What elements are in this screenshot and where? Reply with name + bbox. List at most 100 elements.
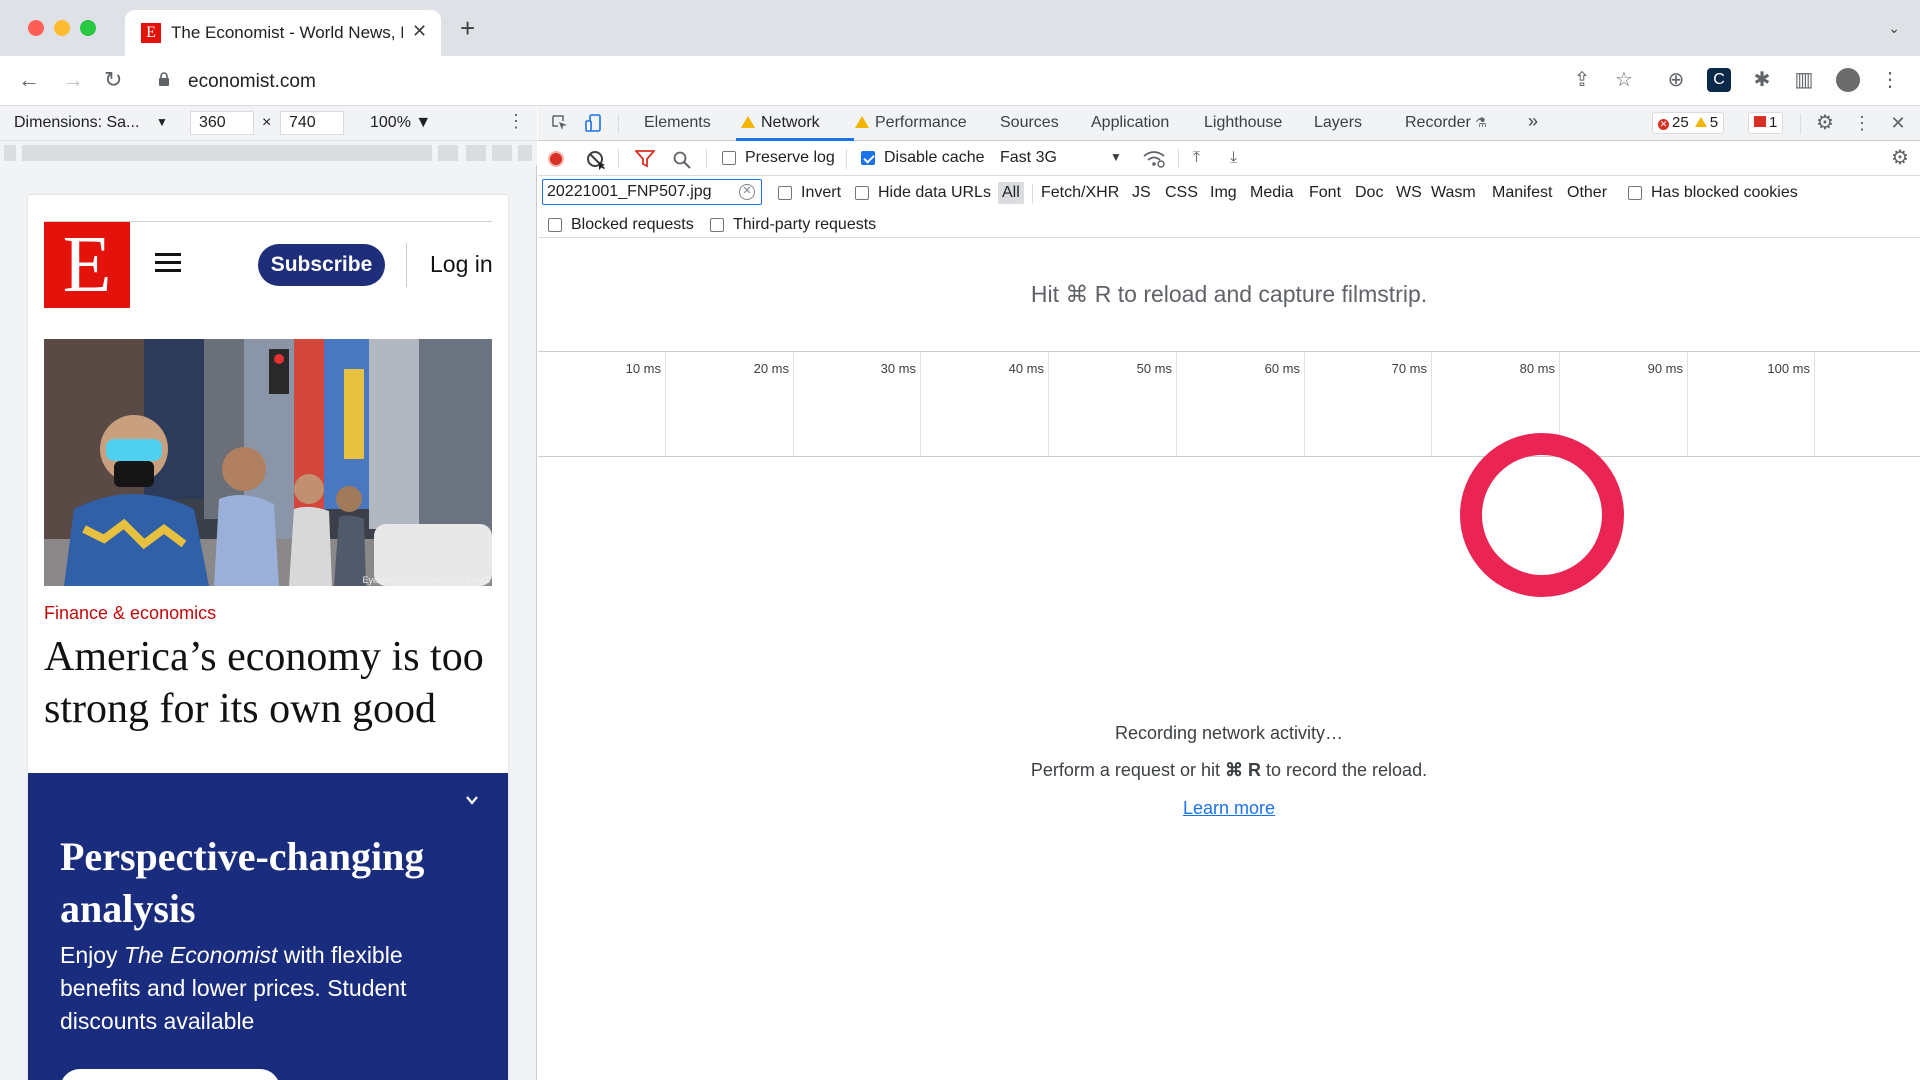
record-button[interactable] (548, 151, 564, 167)
close-window-button[interactable] (28, 20, 44, 36)
tab-network[interactable]: Network (741, 114, 820, 132)
device-dimensions-select[interactable]: Dimensions: Sa... (14, 114, 139, 132)
inspect-element-icon[interactable] (550, 113, 570, 133)
tab-lighthouse[interactable]: Lighthouse (1204, 114, 1282, 132)
hamburger-menu-icon[interactable] (155, 253, 181, 273)
has-blocked-cookies-label: Has blocked cookies (1651, 184, 1798, 201)
filter-type-wasm[interactable]: Wasm (1431, 184, 1476, 202)
network-overview-timeline[interactable]: 10 ms 20 ms 30 ms 40 ms 50 ms 60 ms 70 ms 80 ms… (538, 351, 1920, 457)
extensions-puzzle-icon[interactable]: ✱ (1750, 68, 1774, 92)
more-tabs-button[interactable]: » (1528, 111, 1538, 132)
network-toolbar: Preserve log Disable cache Fast 3G ▼ ⤒ ⤓… (538, 141, 1920, 176)
filter-type-css[interactable]: CSS (1165, 184, 1198, 202)
promo-body-start: Enjoy (60, 942, 124, 968)
back-button[interactable]: ← (18, 67, 40, 93)
clear-log-icon[interactable] (586, 150, 606, 170)
third-party-label: Third-party requests (733, 216, 877, 233)
bookmark-star-icon[interactable]: ☆ (1612, 68, 1636, 92)
throttling-dropdown-icon[interactable]: ▼ (1110, 150, 1122, 164)
settings-gear-icon[interactable]: ⚙ (1815, 113, 1835, 133)
browser-tab[interactable]: E The Economist - World News, Politics, … (125, 10, 441, 56)
browser-menu-icon[interactable]: ⋮ (1878, 68, 1902, 92)
devtools-menu-icon[interactable]: ⋮ (1852, 113, 1872, 133)
clear-filter-icon[interactable]: ✕ (739, 184, 755, 200)
minimize-window-button[interactable] (54, 20, 70, 36)
disable-cache-checkbox[interactable] (861, 151, 875, 165)
device-toolbar-toggle-icon[interactable] (584, 113, 604, 133)
third-party-checkbox[interactable] (710, 218, 724, 232)
emulated-page: E Subscribe Log in Eyevine/Redux/New Yor… (28, 195, 508, 1080)
timeline-tick-label: 90 ms (1647, 361, 1683, 376)
promo-body: Enjoy The Economist with flexible benefi… (60, 939, 460, 1038)
filter-type-manifest[interactable]: Manifest (1492, 184, 1552, 202)
timeline-tick-label: 60 ms (1264, 361, 1300, 376)
filter-input-box[interactable]: ✕ (542, 179, 762, 205)
zoom-value: 100% (370, 114, 411, 131)
forward-button[interactable]: → (62, 67, 84, 93)
console-counts-badge[interactable]: ✕ 25 5 (1652, 112, 1725, 134)
extension-app-icon[interactable]: C (1707, 68, 1731, 92)
dimensions-dropdown-icon[interactable]: ▼ (156, 115, 168, 129)
promo-cta-button[interactable] (60, 1069, 280, 1080)
search-icon[interactable] (672, 150, 692, 170)
filter-type-all[interactable]: All (998, 182, 1024, 204)
tab-performance[interactable]: Performance (855, 114, 967, 132)
invert-checkbox[interactable] (778, 186, 792, 200)
network-settings-gear-icon[interactable]: ⚙ (1890, 148, 1910, 168)
url-text: economist.com (188, 71, 316, 92)
tab-elements[interactable]: Elements (644, 114, 711, 132)
browser-toolbar: ← → ↻ economist.com ⇪ ☆ ⊕ C ✱ ▥ ⋮ (0, 56, 1920, 106)
device-zoom-select[interactable]: 100% ▼ (370, 114, 431, 132)
timeline-gridline (920, 352, 921, 456)
filter-funnel-icon[interactable] (635, 150, 655, 168)
preserve-log-checkbox[interactable] (722, 151, 736, 165)
article-headline[interactable]: America’s economy is too strong for its … (44, 631, 484, 735)
hero-image[interactable]: Eyevine/Redux/New York Times (44, 339, 492, 586)
subscribe-button[interactable]: Subscribe (258, 244, 385, 286)
tab-application[interactable]: Application (1091, 114, 1169, 132)
login-link[interactable]: Log in (430, 251, 493, 278)
section-label[interactable]: Finance & economics (44, 603, 216, 624)
extension-globe-icon[interactable]: ⊕ (1664, 68, 1688, 92)
new-tab-button[interactable]: + (460, 15, 475, 41)
tab-sources[interactable]: Sources (1000, 114, 1059, 132)
collapse-chevron-icon[interactable] (465, 793, 479, 807)
has-blocked-cookies-checkbox[interactable] (1628, 186, 1642, 200)
filter-type-fetch-xhr[interactable]: Fetch/XHR (1041, 184, 1119, 202)
filter-type-img[interactable]: Img (1210, 184, 1237, 202)
filter-type-font[interactable]: Font (1309, 184, 1341, 202)
network-conditions-wifi-icon[interactable] (1142, 149, 1166, 169)
error-icon: ✕ (1658, 119, 1669, 130)
timeline-tick-label: 100 ms (1767, 361, 1810, 376)
side-panel-icon[interactable]: ▥ (1792, 68, 1816, 92)
learn-more-link[interactable]: Learn more (538, 798, 1920, 819)
filter-type-media[interactable]: Media (1250, 184, 1294, 202)
filter-type-ws[interactable]: WS (1396, 184, 1422, 202)
timeline-tick-label: 10 ms (625, 361, 661, 376)
share-icon[interactable]: ⇪ (1570, 68, 1594, 92)
profile-avatar[interactable] (1836, 68, 1860, 92)
timeline-gridline (1687, 352, 1688, 456)
reload-button[interactable]: ↻ (104, 67, 122, 93)
address-bar[interactable]: economist.com (148, 64, 1568, 98)
hide-data-urls-checkbox[interactable] (855, 186, 869, 200)
filter-input[interactable] (547, 183, 737, 201)
economist-logo[interactable]: E (44, 222, 130, 308)
filter-type-doc[interactable]: Doc (1355, 184, 1383, 202)
maximize-window-button[interactable] (80, 20, 96, 36)
import-har-icon[interactable]: ⤒ (1193, 149, 1200, 167)
device-more-icon[interactable]: ⋮ (507, 111, 525, 132)
throttling-select[interactable]: Fast 3G (1000, 149, 1057, 167)
close-tab-icon[interactable]: ✕ (412, 21, 427, 42)
filter-type-js[interactable]: JS (1132, 184, 1151, 202)
filter-type-other[interactable]: Other (1567, 184, 1607, 202)
tab-layers[interactable]: Layers (1314, 114, 1362, 132)
issues-badge[interactable]: 1 (1748, 112, 1784, 134)
device-width-input[interactable]: 360 (190, 111, 254, 135)
export-har-icon[interactable]: ⤓ (1230, 149, 1237, 167)
tab-search-chevron-icon[interactable]: ⌄ (1888, 20, 1900, 37)
blocked-requests-checkbox[interactable] (548, 218, 562, 232)
close-devtools-icon[interactable]: ✕ (1888, 113, 1908, 133)
device-height-input[interactable]: 740 (280, 111, 344, 135)
tab-recorder[interactable]: Recorder ⚗ (1405, 114, 1487, 132)
